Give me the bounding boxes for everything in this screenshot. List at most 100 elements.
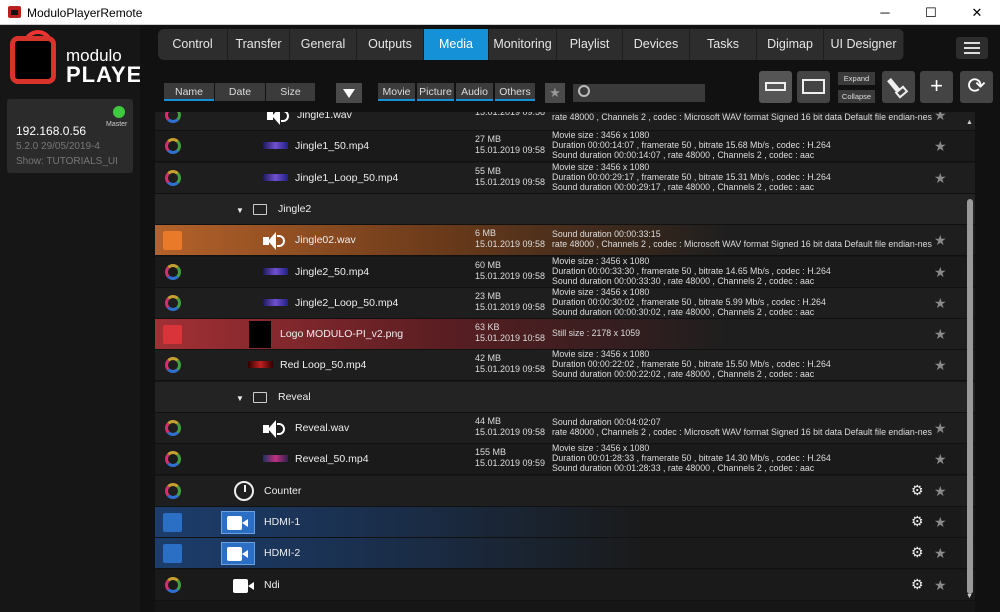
table-row[interactable]: Ndi ⚙ ★	[155, 569, 975, 601]
media-info: Sound duration 00:00:33:15 rate 48000 , C…	[552, 229, 932, 249]
favorite-star-icon[interactable]: ★	[934, 514, 947, 531]
folder-row[interactable]: ▼ Reveal	[155, 381, 975, 413]
color-tag-swatch[interactable]	[163, 512, 182, 532]
table-row[interactable]: Reveal_50.mp4 155 MB 15.01.2019 09:59 Movie…	[155, 443, 975, 476]
tab-tasks[interactable]: Tasks	[690, 29, 757, 60]
clean-brush-icon[interactable]	[882, 71, 915, 103]
window-title: ModuloPlayerRemote	[27, 6, 143, 20]
filter-movie-button[interactable]: Movie	[378, 83, 415, 101]
table-row[interactable]: Jingle1_Loop_50.mp4 55 MB 15.01.2019 09:58…	[155, 162, 975, 194]
tab-devices[interactable]: Devices	[623, 29, 690, 60]
favorite-star-icon[interactable]: ★	[934, 138, 947, 155]
scrollbar-thumb[interactable]	[967, 199, 973, 594]
media-info-line: Sound duration 00:00:22:02 , rate 48000 …	[552, 369, 815, 380]
close-button[interactable]: ✕	[954, 0, 1000, 25]
media-date: 15.01.2019 09:59	[475, 458, 546, 469]
list-scrollbar[interactable]: ▲ ▼	[966, 119, 973, 600]
color-wheel-icon[interactable]	[165, 138, 181, 155]
favorite-star-icon[interactable]: ★	[934, 295, 947, 312]
tab-general[interactable]: General	[290, 29, 357, 60]
collapse-button[interactable]: Collapse	[838, 90, 875, 103]
filter-picture-button[interactable]: Picture	[417, 83, 454, 101]
sort-name-button[interactable]: Name	[164, 83, 214, 101]
table-row[interactable]: HDMI-1 ⚙ ★	[155, 506, 975, 538]
tab-media[interactable]: Media	[424, 29, 489, 60]
sort-size-button[interactable]: Size	[266, 83, 315, 101]
color-tag-swatch[interactable]	[163, 544, 182, 564]
color-wheel-icon[interactable]	[165, 112, 181, 123]
favorite-star-icon[interactable]: ★	[934, 420, 947, 437]
minimize-button[interactable]: ─	[862, 0, 908, 25]
color-wheel-icon[interactable]	[165, 357, 181, 374]
sort-direction-icon[interactable]	[336, 83, 362, 103]
table-row[interactable]: Logo MODULO-PI_v2.png 63 KB 15.01.2019 10:…	[155, 319, 975, 351]
tab-digimap[interactable]: Digimap	[757, 29, 824, 60]
table-row[interactable]: Jingle1_50.mp4 27 MB 15.01.2019 09:58 Movie…	[155, 130, 975, 163]
favorite-star-icon[interactable]: ★	[934, 357, 947, 374]
media-info-line: Sound duration 00:00:33:30 , rate 48000 …	[552, 275, 815, 286]
device-card[interactable]: Master 192.168.0.56 5.2.0 29/05/2019-4 S…	[7, 99, 133, 173]
favorite-star-icon[interactable]: ★	[934, 545, 947, 562]
table-row[interactable]: Counter ⚙ ★	[155, 475, 975, 507]
tab-control[interactable]: Control	[158, 29, 228, 60]
camera-icon	[227, 547, 249, 562]
large-view-button[interactable]	[797, 71, 830, 103]
maximize-button[interactable]: ☐	[908, 0, 954, 25]
table-row[interactable]: Reveal.wav 44 MB 15.01.2019 09:58 Sound dur…	[155, 413, 975, 444]
media-info-line: Movie size : 3456 x 1080	[552, 443, 650, 454]
favorite-star-icon[interactable]: ★	[934, 451, 947, 468]
media-name: Red Loop_50.mp4	[280, 359, 367, 372]
tab-ui-designer[interactable]: UI Designer	[824, 29, 904, 60]
expand-caret-icon[interactable]: ▼	[236, 394, 244, 403]
gear-icon[interactable]: ⚙	[911, 482, 924, 499]
table-row[interactable]: Jingle2_Loop_50.mp4 23 MB 15.01.2019 09:58…	[155, 287, 975, 319]
row-view-button[interactable]	[759, 71, 792, 103]
media-info-line: Sound duration 00:01:28:33 , rate 48000 …	[552, 463, 815, 474]
speaker-icon	[267, 112, 293, 126]
color-wheel-icon[interactable]	[165, 420, 181, 436]
gear-icon[interactable]: ⚙	[911, 544, 924, 561]
table-row[interactable]: Red Loop_50.mp4 42 MB 15.01.2019 09:58 Movi…	[155, 349, 975, 382]
expand-caret-icon[interactable]: ▼	[236, 206, 244, 215]
color-wheel-icon[interactable]	[165, 294, 181, 311]
tab-outputs[interactable]: Outputs	[357, 29, 424, 60]
table-row[interactable]: Jingle02.wav 6 MB 15.01.2019 09:58 Sound du…	[155, 225, 975, 257]
tab-transfer[interactable]: Transfer	[228, 29, 290, 60]
expand-button[interactable]: Expand	[838, 72, 875, 85]
color-wheel-icon[interactable]	[165, 482, 181, 499]
folder-icon	[253, 391, 267, 403]
table-row[interactable]: Jingle1.wav 15.01.2019 09:58 rate 48000 , …	[155, 112, 975, 131]
refresh-icon[interactable]: ⟳	[960, 71, 993, 103]
media-info-line: Duration 00:00:30:02 , framerate 50 , bi…	[552, 296, 826, 307]
gear-icon[interactable]: ⚙	[911, 513, 924, 530]
media-info-line: Still size : 2178 x 1059	[552, 328, 641, 339]
favorite-star-icon[interactable]: ★	[934, 112, 947, 124]
filter-audio-button[interactable]: Audio	[456, 83, 493, 101]
search-input[interactable]	[573, 84, 705, 102]
folder-row[interactable]: ▼ Jingle2	[155, 193, 975, 225]
device-show: Show: TUTORIALS_UI	[16, 156, 118, 167]
table-row[interactable]: HDMI-2 ⚙ ★	[155, 538, 975, 570]
favorite-star-icon[interactable]: ★	[934, 483, 947, 500]
favorite-star-icon[interactable]: ★	[934, 232, 947, 249]
favorite-star-icon[interactable]: ★	[934, 577, 947, 594]
video-thumbnail	[263, 298, 288, 306]
color-wheel-icon[interactable]	[165, 263, 181, 280]
table-row[interactable]: Jingle2_50.mp4 60 MB 15.01.2019 09:58 Movie…	[155, 256, 975, 288]
color-wheel-icon[interactable]	[165, 169, 181, 186]
favorites-filter-star-icon[interactable]: ★	[545, 83, 565, 103]
color-tag-swatch[interactable]	[163, 325, 182, 345]
color-wheel-icon[interactable]	[165, 576, 181, 593]
tab-monitoring[interactable]: Monitoring	[489, 29, 557, 60]
favorite-star-icon[interactable]: ★	[934, 170, 947, 187]
add-button[interactable]: +	[920, 71, 953, 103]
color-wheel-icon[interactable]	[165, 451, 181, 468]
color-tag-swatch[interactable]	[163, 231, 182, 251]
tab-playlist[interactable]: Playlist	[557, 29, 623, 60]
filter-others-button[interactable]: Others	[495, 83, 535, 101]
favorite-star-icon[interactable]: ★	[934, 264, 947, 281]
gear-icon[interactable]: ⚙	[911, 576, 924, 593]
favorite-star-icon[interactable]: ★	[934, 326, 947, 343]
sort-date-button[interactable]: Date	[215, 83, 265, 101]
hamburger-menu-button[interactable]	[956, 37, 988, 59]
